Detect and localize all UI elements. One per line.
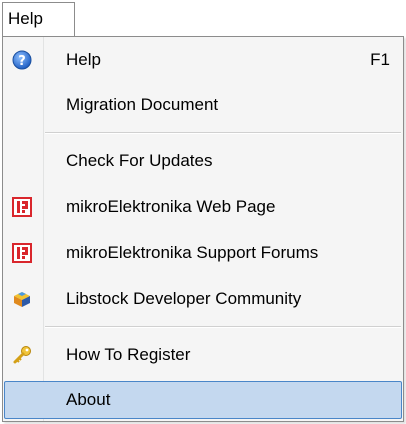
mikroe-logo-icon (12, 197, 32, 217)
menu-item-libstock-developer-community-label: Libstock Developer Community (66, 289, 302, 308)
svg-text:?: ? (18, 54, 26, 69)
menubar-help[interactable]: Help (2, 2, 75, 36)
menu-separator (45, 326, 401, 328)
menu-item-libstock-developer-community[interactable]: Libstock Developer Community (4, 280, 402, 318)
menu-item-help-label: Help (66, 50, 101, 69)
menu-item-migration-document[interactable]: Migration Document (4, 86, 402, 124)
menu-item-check-for-updates-label: Check For Updates (66, 151, 213, 170)
menu-item-mikroelektronika-web-page-label: mikroElektronika Web Page (66, 197, 276, 216)
libstock-icon (14, 292, 30, 307)
help-dropdown-menu: ? Help F1 Migration Document Check For U… (2, 36, 404, 422)
menu-separator (45, 132, 401, 134)
menubar-help-label: Help (8, 9, 43, 28)
key-icon (13, 346, 31, 364)
menu-bar: Help (0, 0, 406, 38)
menu-item-help-shortcut: F1 (370, 50, 390, 69)
menu-item-about-label: About (66, 390, 111, 409)
mikroe-logo-icon (12, 243, 32, 263)
menu-item-help[interactable]: ? Help F1 (4, 41, 402, 79)
menu-item-check-for-updates[interactable]: Check For Updates (4, 142, 402, 180)
menu-item-mikroelektronika-web-page[interactable]: mikroElektronika Web Page (4, 188, 402, 226)
menu-item-about[interactable]: About (4, 381, 402, 419)
help-question-icon: ? (12, 50, 32, 70)
menu-item-how-to-register[interactable]: How To Register (4, 336, 402, 374)
menu-item-mikroelektronika-support-forums-label: mikroElektronika Support Forums (66, 243, 319, 262)
menu-item-migration-document-label: Migration Document (66, 95, 219, 114)
menu-item-how-to-register-label: How To Register (66, 345, 191, 364)
menu-item-mikroelektronika-support-forums[interactable]: mikroElektronika Support Forums (4, 234, 402, 272)
